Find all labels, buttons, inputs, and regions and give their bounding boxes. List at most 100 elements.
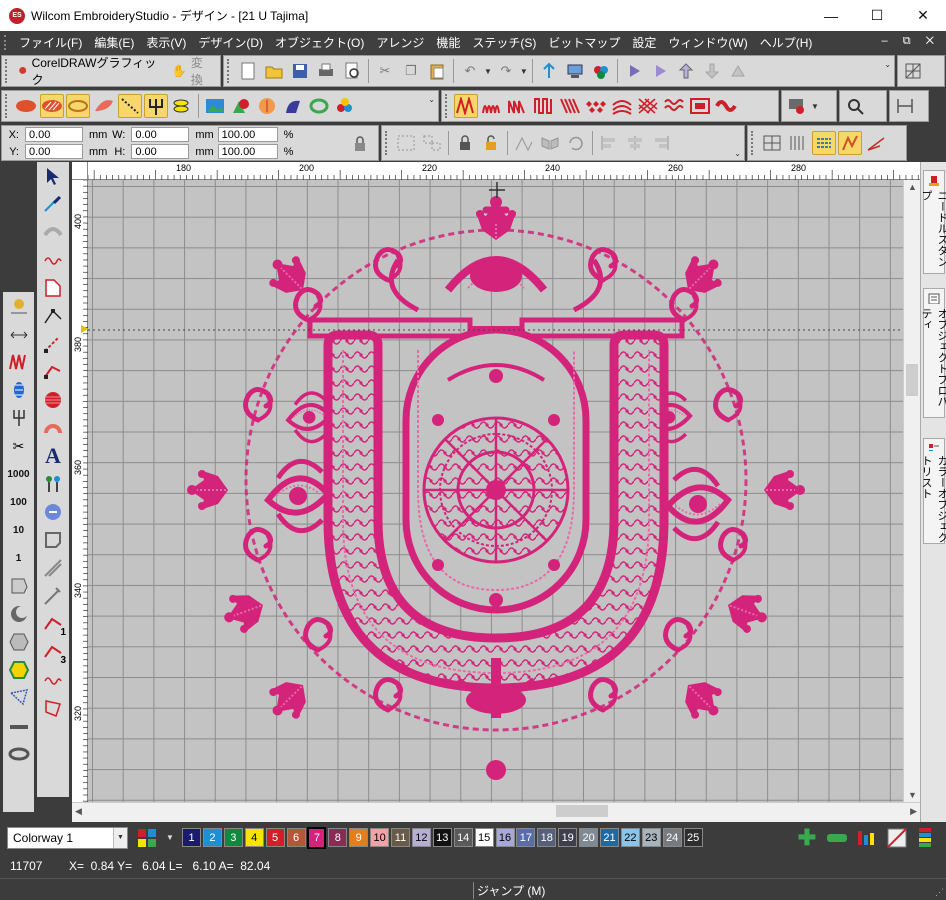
toolbar-grip[interactable] (751, 131, 755, 155)
trapunto-icon[interactable] (714, 94, 738, 118)
stitch-1000[interactable]: 1000 (4, 460, 34, 488)
moon-icon[interactable] (4, 600, 34, 628)
new-file-icon[interactable] (236, 59, 260, 83)
close-button[interactable]: ✕ (900, 0, 946, 31)
column-a-icon[interactable] (38, 330, 68, 358)
rotate-icon[interactable] (564, 131, 588, 155)
slow-redraw-icon[interactable] (648, 59, 672, 83)
stem-stitch-icon[interactable] (506, 94, 530, 118)
color-swatch-5[interactable]: 5 (265, 828, 285, 847)
fish-icon[interactable] (170, 94, 194, 118)
applique-dropdown-icon[interactable]: ▼ (811, 102, 819, 111)
badge-icon[interactable] (38, 498, 68, 526)
unlock-icon[interactable] (479, 131, 503, 155)
tab-needle-stamp[interactable]: ニードルスタンプ (920, 170, 946, 274)
no-color-icon[interactable] (885, 826, 909, 850)
color-swatch-3[interactable]: 3 (223, 828, 243, 847)
show-grid-icon[interactable] (760, 131, 784, 155)
horizontal-scrollbar[interactable]: ◀ ▶ (72, 802, 920, 819)
color-swatch-1[interactable]: 1 (182, 828, 201, 847)
node-edit-icon[interactable] (38, 302, 68, 330)
measure-icon[interactable] (893, 94, 917, 118)
lettering-figure-icon[interactable] (281, 94, 305, 118)
palette-dropdown-icon[interactable]: ▼ (166, 833, 174, 842)
align-center-icon[interactable] (623, 131, 647, 155)
stitch-player-icon[interactable] (622, 59, 646, 83)
redo-icon[interactable]: ↷ (494, 59, 518, 83)
satin-fill-icon[interactable] (14, 94, 38, 118)
lettering-icon[interactable]: A (38, 442, 68, 470)
menu-functions[interactable]: 機能 (430, 34, 466, 51)
toolbar-overflow-icon[interactable]: ⌄ (884, 60, 891, 69)
applique-shape-icon[interactable] (4, 572, 34, 600)
menu-help[interactable]: ヘルプ(H) (754, 34, 819, 51)
ruler-corner[interactable] (72, 162, 88, 180)
color-list-icon[interactable] (913, 826, 937, 850)
remove-color-icon[interactable] (825, 826, 849, 850)
monogram-icon[interactable] (38, 470, 68, 498)
color-swatch-20[interactable]: 20 (579, 828, 599, 847)
design-canvas[interactable] (88, 180, 920, 802)
arrange-front-icon[interactable] (674, 59, 698, 83)
select-arrow-icon[interactable] (38, 162, 68, 190)
zigzag-tool-icon[interactable] (4, 348, 34, 376)
minimize-button[interactable]: — (808, 0, 854, 31)
menu-design[interactable]: デザイン(D) (192, 34, 269, 51)
mirror-icon[interactable] (538, 131, 562, 155)
color-swatch-15[interactable]: 15 (474, 828, 494, 847)
ring-hoop-icon[interactable] (4, 740, 34, 768)
menu-settings[interactable]: 設定 (626, 34, 662, 51)
toolbar-overflow-icon[interactable]: ⌄ (428, 95, 435, 104)
send-to-machine-icon[interactable] (563, 59, 587, 83)
color-swatch-10[interactable]: 10 (370, 828, 390, 847)
redo-dropdown-icon[interactable]: ▼ (520, 67, 528, 76)
stitch-length-icon[interactable] (4, 320, 34, 348)
menu-window[interactable]: ウィンドウ(W) (662, 34, 753, 51)
coreldraw-button[interactable]: ● CorelDRAWグラフィック (14, 56, 166, 87)
stitch-1[interactable]: 1 (4, 544, 34, 572)
scale-width-field[interactable] (217, 127, 278, 142)
wave-fill-icon[interactable] (688, 94, 712, 118)
color-swatch-11[interactable]: 11 (391, 828, 410, 847)
lock-icon[interactable] (453, 131, 477, 155)
lasso-icon[interactable] (4, 684, 34, 712)
color-film-icon[interactable] (589, 59, 613, 83)
dropdown-arrow-icon[interactable]: ▼ (113, 828, 127, 848)
color-swatch-6[interactable]: 6 (286, 828, 306, 847)
show-objects-icon[interactable] (812, 131, 836, 155)
branching-icon[interactable] (512, 131, 536, 155)
color-swatch-24[interactable]: 24 (662, 828, 682, 847)
sparkle-icon[interactable] (38, 582, 68, 610)
hexagon-icon[interactable] (4, 628, 34, 656)
color-swatch-25[interactable]: 25 (683, 828, 703, 847)
hexagon-fill-icon[interactable] (4, 656, 34, 684)
menu-bitmap[interactable]: ビットマップ (542, 34, 626, 51)
travel-icon[interactable] (537, 59, 561, 83)
toolbar-grip[interactable] (227, 59, 231, 83)
color-swatch-9[interactable]: 9 (349, 828, 369, 847)
color-swatch-4[interactable]: 4 (244, 828, 264, 847)
cut-icon[interactable]: ✂ (373, 59, 397, 83)
grid-icon[interactable] (901, 59, 925, 83)
horizontal-ruler[interactable]: 180 200 220 240 260 280 (88, 162, 920, 180)
open-folder-icon[interactable] (262, 59, 286, 83)
x-position-field[interactable] (25, 127, 83, 142)
arc-tool-icon[interactable] (38, 218, 68, 246)
tab-object-properties[interactable]: オブジェクトプロパティ (920, 288, 946, 418)
ring-icon[interactable] (307, 94, 331, 118)
tatami-fill-icon[interactable] (40, 94, 64, 118)
toolbar-grip[interactable] (5, 94, 9, 118)
reshape-node-icon[interactable] (4, 292, 34, 320)
motif-fill-icon[interactable] (662, 94, 686, 118)
ungroup-icon[interactable] (420, 131, 444, 155)
feather-fill-icon[interactable] (92, 94, 116, 118)
color-swatch-19[interactable]: 19 (558, 828, 578, 847)
y-position-field[interactable] (25, 144, 83, 159)
save-icon[interactable] (288, 59, 312, 83)
vertical-scroll-thumb[interactable] (906, 364, 918, 396)
scissors-icon[interactable]: ✂ (4, 432, 34, 460)
mdi-window-buttons[interactable]: – ⧉ ✕ (882, 35, 940, 48)
zigzag-stitch-icon[interactable] (454, 94, 478, 118)
toolbar-grip[interactable] (445, 94, 449, 118)
hoop-icon[interactable] (4, 712, 34, 740)
